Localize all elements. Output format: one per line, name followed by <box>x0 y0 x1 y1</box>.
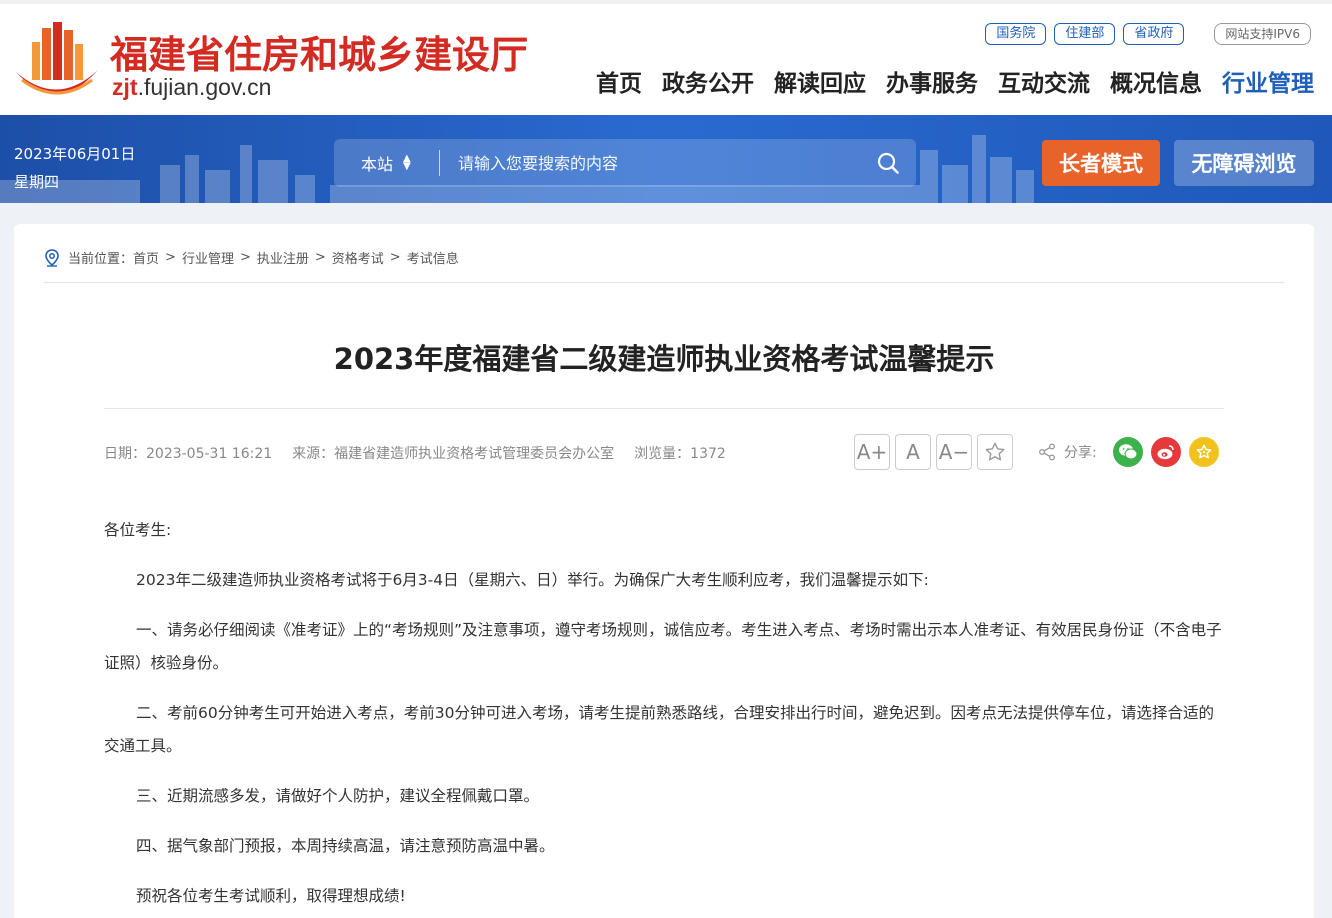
publish-date: 日期：2023-05-31 16:21 <box>104 446 273 462</box>
article-tools: A+ A A− 分享: <box>854 434 1219 470</box>
article-card: 当前位置： 首页 > 行业管理 > 执业注册 > 资格考试 > 考试信息 202… <box>14 224 1314 918</box>
nav-home[interactable]: 首页 <box>596 64 642 98</box>
current-date: 2023年06月01日 星期四 <box>14 140 135 196</box>
weibo-share-button[interactable] <box>1150 437 1181 467</box>
logo-icon[interactable] <box>14 22 100 100</box>
date-text: 2023年06月01日 <box>14 145 136 163</box>
article-title: 2023年度福建省二级建造师执业资格考试温馨提示 <box>333 342 995 376</box>
nav-interaction[interactable]: 互动交流 <box>998 64 1090 98</box>
weekday-text: 星期四 <box>14 173 60 191</box>
link-state-council[interactable]: 国务院 <box>985 23 1047 45</box>
nav-industry[interactable]: 行业管理 <box>1222 64 1314 98</box>
breadcrumb-separator: > <box>165 250 176 265</box>
breadcrumb-registration[interactable]: 执业注册 <box>257 248 309 267</box>
accessible-browse-button[interactable]: 无障碍浏览 <box>1174 140 1314 186</box>
breadcrumb-qualification-exam[interactable]: 资格考试 <box>332 248 384 267</box>
site-title[interactable]: 福建省住房和城乡建设厅 <box>110 24 528 79</box>
paragraph-item-3: 三、近期流感多发，请做好个人防护，建议全程佩戴口罩。 <box>136 787 540 805</box>
wechat-icon <box>1118 444 1138 460</box>
domain-prefix: zjt <box>112 74 138 100</box>
paragraph-item-2: 二、考前60分钟考生可开始进入考点，考前30分钟可进入考场，请考生提前熟悉路线，… <box>104 704 1214 755</box>
breadcrumb-label: 当前位置： <box>68 252 134 267</box>
search-banner: 2023年06月01日 星期四 本站 ▲▼ 长者模式 无障碍浏览 <box>0 115 1332 203</box>
search-input[interactable] <box>440 153 860 173</box>
link-mohurd[interactable]: 住建部 <box>1054 23 1116 45</box>
paragraph-item-4: 四、据气象部门预报，本周持续高温，请注意预防高温中暑。 <box>136 837 555 855</box>
nav-gov-affairs[interactable]: 政务公开 <box>662 64 754 98</box>
breadcrumb-separator: > <box>239 250 251 265</box>
breadcrumb-exam-info[interactable]: 考试信息 <box>407 248 459 267</box>
breadcrumb-separator: > <box>389 250 401 265</box>
share-icon <box>1039 443 1055 461</box>
favorite-share-button[interactable] <box>1188 437 1219 467</box>
article-meta: 日期：2023-05-31 16:21 来源：福建省建造师执业资格考试管理委员会… <box>104 443 746 463</box>
breadcrumb-divider <box>44 282 1284 283</box>
breadcrumb: 当前位置： 首页 > 行业管理 > 执业注册 > 资格考试 > 考试信息 <box>44 248 459 267</box>
sort-arrows-icon: ▲ ▼ <box>403 153 411 172</box>
paragraph-intro: 2023年二级建造师执业资格考试将于6月3-4日（星期六、日）举行。为确保广大考… <box>136 571 929 589</box>
ipv6-badge: 网站支持IPV6 <box>1214 23 1311 45</box>
article-body: 各位考生: 2023年二级建造师执业资格考试将于6月3-4日（星期六、日）举行。… <box>104 514 1224 918</box>
domain-suffix: .fujian.gov.cn <box>137 74 272 100</box>
search-scope-select[interactable]: 本站 ▲ ▼ <box>334 151 439 175</box>
favorite-button[interactable] <box>977 434 1013 470</box>
star-badge-icon <box>1196 444 1212 459</box>
article-source: 来源：福建省建造师执业资格考试管理委员会办公室 <box>292 446 615 462</box>
view-count: 浏览量：1372 <box>634 446 726 462</box>
breadcrumb-home[interactable]: 首页 <box>133 248 159 267</box>
nav-interpretation[interactable]: 解读回应 <box>774 64 866 98</box>
paragraph-closing: 预祝各位考生考试顺利，取得理想成绩! <box>136 887 406 905</box>
weibo-icon <box>1157 445 1174 460</box>
search-button[interactable] <box>860 139 916 187</box>
site-domain: zjt.fujian.gov.cn <box>112 74 271 101</box>
main-nav: 首页 政务公开 解读回应 办事服务 互动交流 概况信息 行业管理 <box>576 64 1314 98</box>
font-decrease-button[interactable]: A− <box>936 434 972 470</box>
font-normal-button[interactable]: A <box>895 434 931 470</box>
location-pin-icon <box>45 248 59 267</box>
search-scope-label: 本站 <box>361 155 394 174</box>
top-links: 国务院 住建部 省政府 网站支持IPV6 <box>977 23 1311 45</box>
elder-mode-button[interactable]: 长者模式 <box>1042 140 1160 186</box>
share-label: 分享: <box>1038 442 1097 462</box>
link-province-gov[interactable]: 省政府 <box>1123 23 1185 45</box>
star-icon <box>985 442 1005 461</box>
breadcrumb-industry[interactable]: 行业管理 <box>182 248 234 267</box>
paragraph-greeting: 各位考生: <box>104 521 172 539</box>
wechat-share-button[interactable] <box>1112 437 1143 467</box>
title-divider <box>104 408 1224 409</box>
paragraph-item-1: 一、请务必仔细阅读《准考证》上的“考场规则”及注意事项，遵守考场规则，诚信应考。… <box>104 621 1222 672</box>
search-bar: 本站 ▲ ▼ <box>334 139 916 187</box>
search-icon <box>877 152 899 174</box>
breadcrumb-separator: > <box>314 250 326 265</box>
font-increase-button[interactable]: A+ <box>854 434 890 470</box>
nav-services[interactable]: 办事服务 <box>886 64 978 98</box>
share-text: 分享: <box>1064 445 1097 461</box>
nav-overview[interactable]: 概况信息 <box>1110 64 1202 98</box>
site-header: 福建省住房和城乡建设厅 zjt.fujian.gov.cn 国务院 住建部 省政… <box>0 0 1332 115</box>
